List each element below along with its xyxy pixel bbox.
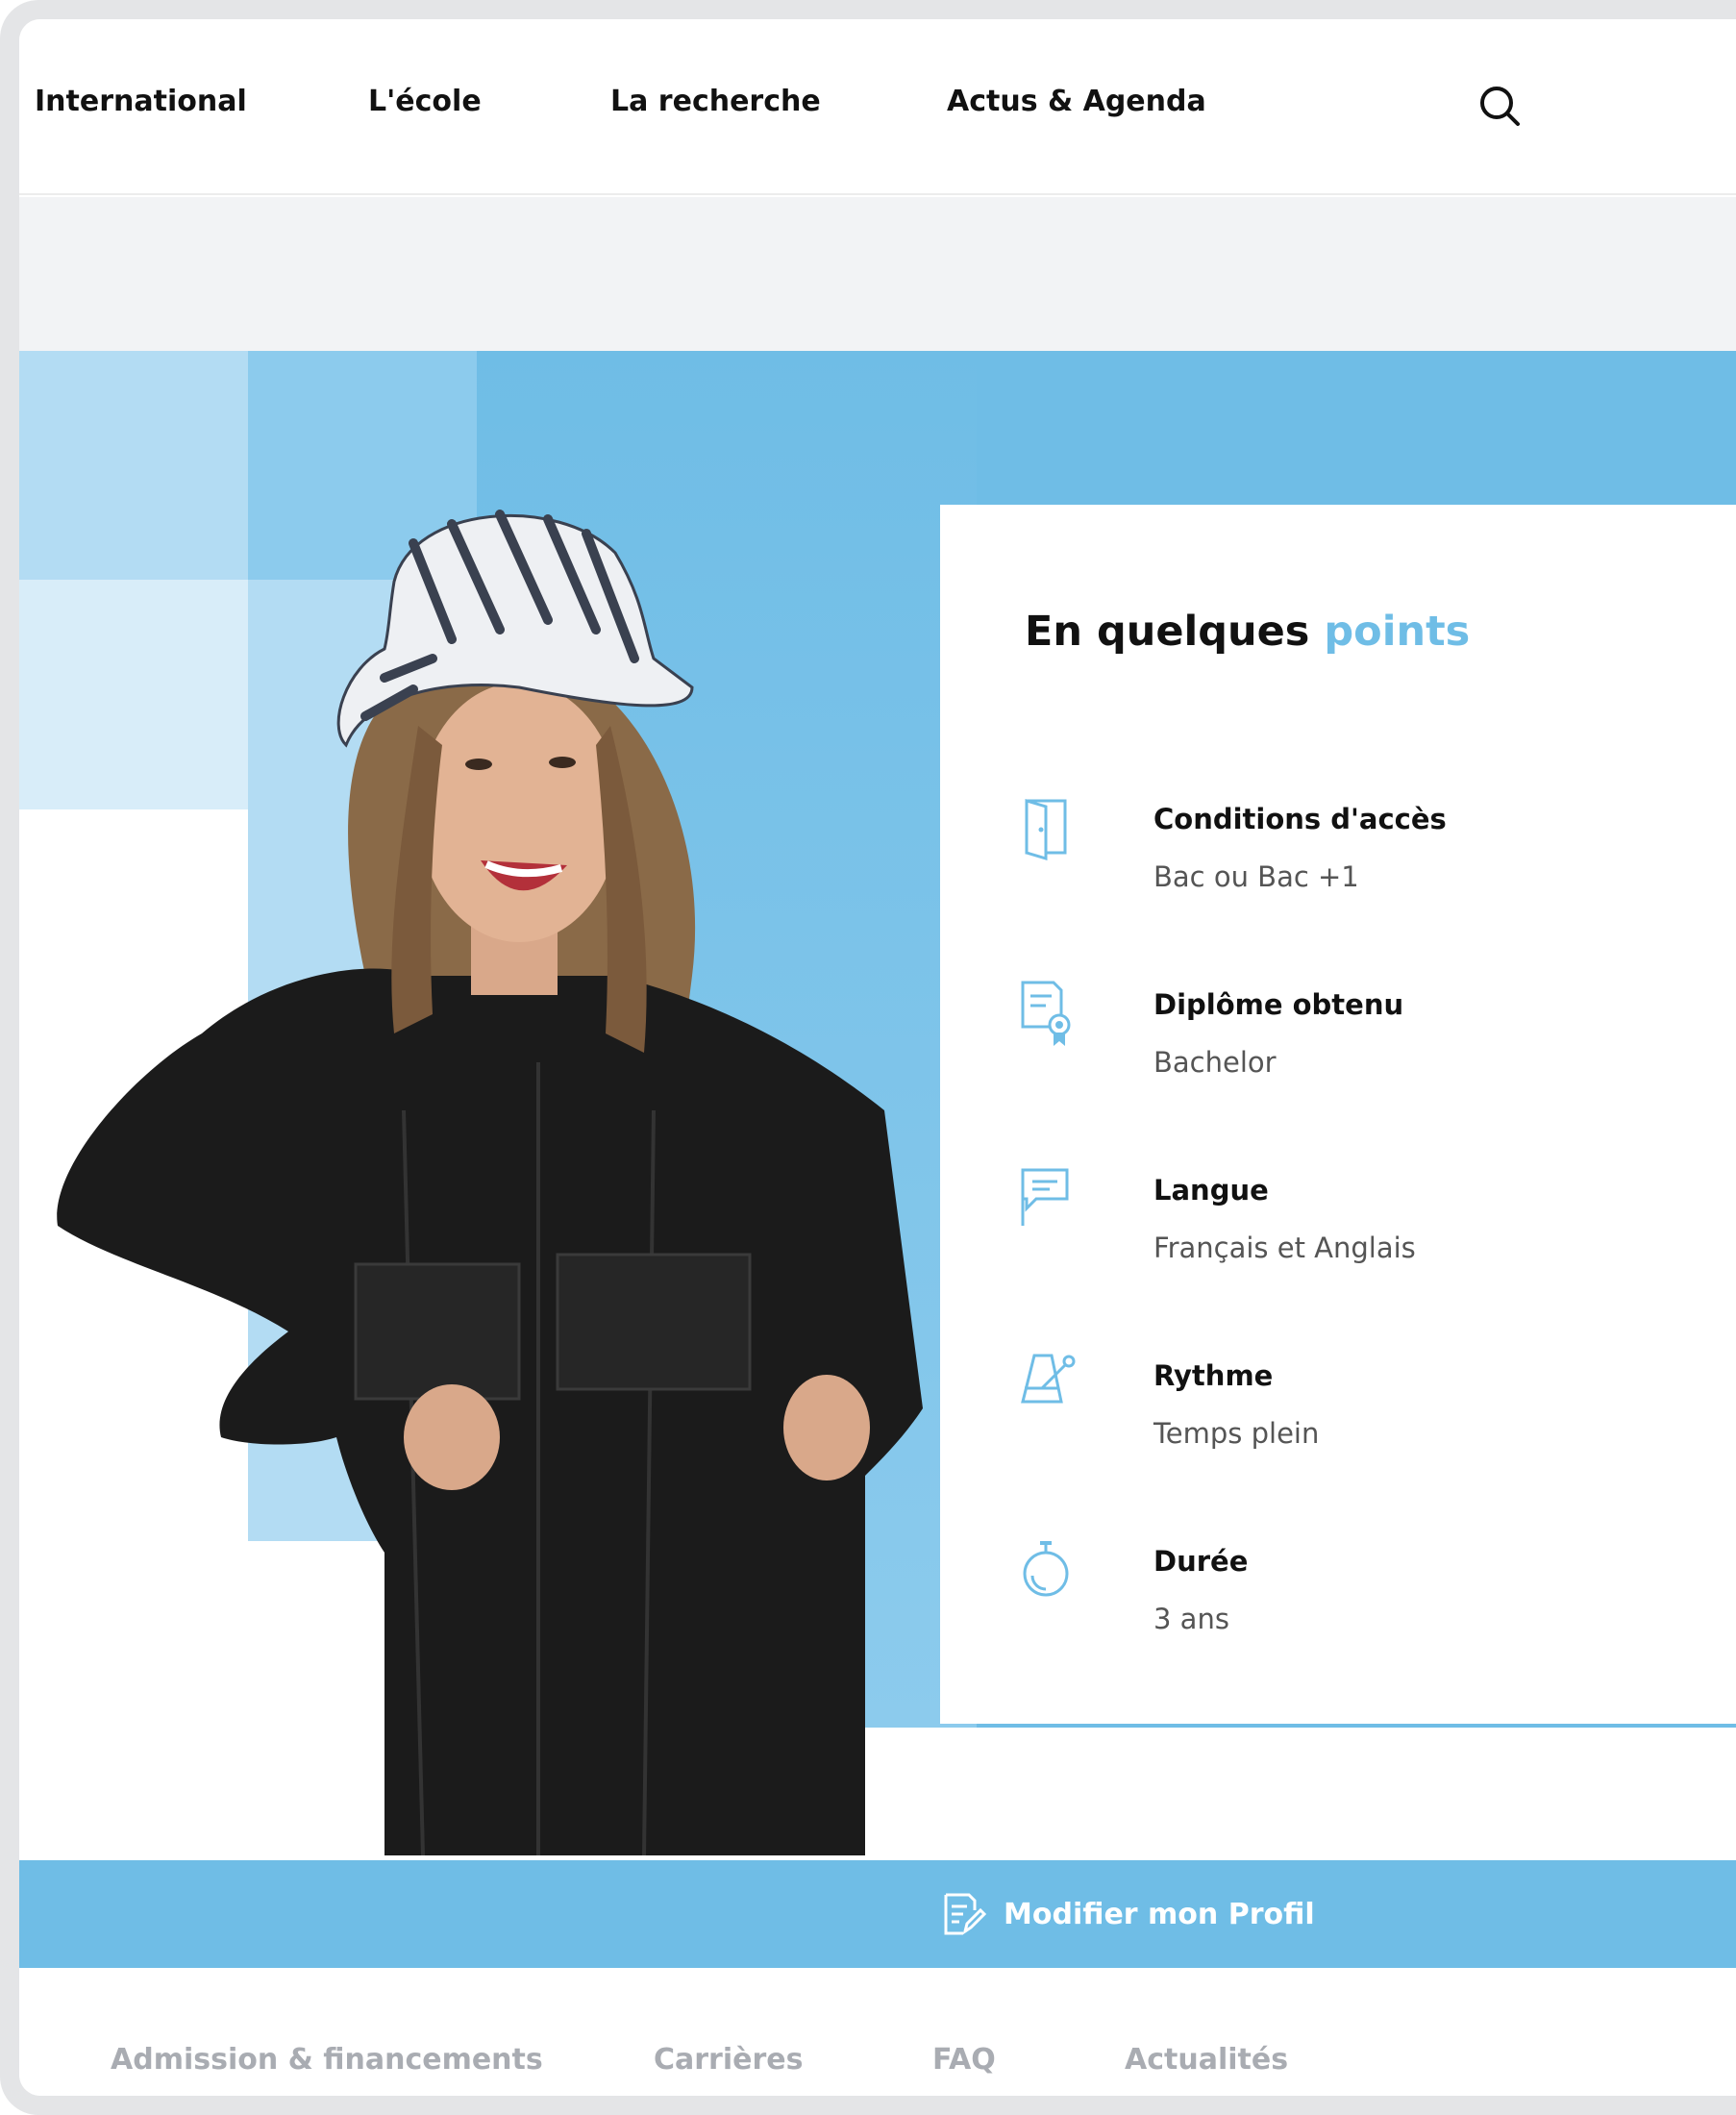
speech-flag-icon <box>1021 1168 1069 1226</box>
key-point-label: Rythme <box>1153 1359 1274 1392</box>
search-button[interactable] <box>1477 84 1525 132</box>
nav-item-actus-agenda[interactable]: Actus & Agenda <box>947 85 1206 118</box>
edit-profile-button[interactable]: Modifier mon Profil <box>940 1887 1315 1941</box>
bottom-tabs: Admission & financements Carrières FAQ A… <box>19 1968 1736 2096</box>
card-title-prefix: En quelques <box>1025 608 1310 656</box>
key-point-label: Durée <box>1153 1545 1249 1578</box>
key-point-conditions: Conditions d'accès Bac ou Bac +1 <box>1017 793 1690 908</box>
nav-item-ecole[interactable]: L'école <box>368 85 482 118</box>
key-point-value: Français et Anglais <box>1153 1232 1416 1264</box>
key-point-label: Langue <box>1153 1174 1269 1207</box>
key-point-value: 3 ans <box>1153 1603 1229 1635</box>
metronome-icon <box>1021 1354 1076 1404</box>
key-points-card: En quelques points Conditions d'accès Ba… <box>940 505 1736 1724</box>
device-frame: International L'école La recherche Actus… <box>0 0 1736 2115</box>
edit-profile-label: Modifier mon Profil <box>1004 1897 1315 1931</box>
tab-carrieres[interactable]: Carrières <box>654 2043 803 2077</box>
profile-bar: Modifier mon Profil <box>19 1860 1736 1968</box>
diploma-certificate-icon <box>1021 981 1071 1046</box>
key-point-value: Temps plein <box>1153 1417 1320 1450</box>
door-icon <box>1025 798 1067 861</box>
nav-item-international[interactable]: International <box>35 85 247 118</box>
stopwatch-icon <box>1023 1541 1069 1597</box>
key-point-value: Bachelor <box>1153 1046 1277 1079</box>
tab-faq[interactable]: FAQ <box>932 2043 996 2077</box>
key-point-duration: Durée 3 ans <box>1017 1535 1690 1651</box>
card-title: En quelques points <box>1025 608 1470 656</box>
nav-item-recherche[interactable]: La recherche <box>610 85 821 118</box>
top-navigation: International L'école La recherche Actus… <box>19 19 1736 195</box>
key-point-language: Langue Français et Anglais <box>1017 1164 1690 1280</box>
key-point-rhythm: Rythme Temps plein <box>1017 1350 1690 1465</box>
screen: International L'école La recherche Actus… <box>19 19 1736 2096</box>
card-title-accent: points <box>1324 608 1471 656</box>
tab-admission-financements[interactable]: Admission & financements <box>111 2043 543 2077</box>
key-point-value: Bac ou Bac +1 <box>1153 860 1359 893</box>
student-photo <box>57 510 924 1855</box>
key-point-diploma: Diplôme obtenu Bachelor <box>1017 979 1690 1094</box>
header-spacer-band <box>19 197 1736 351</box>
search-icon <box>1480 87 1520 126</box>
edit-document-icon <box>944 1893 986 1935</box>
tab-actualites[interactable]: Actualités <box>1125 2043 1288 2077</box>
key-point-label: Diplôme obtenu <box>1153 988 1404 1021</box>
hero-section: En quelques points Conditions d'accès Ba… <box>19 351 1736 1860</box>
key-point-label: Conditions d'accès <box>1153 803 1447 835</box>
